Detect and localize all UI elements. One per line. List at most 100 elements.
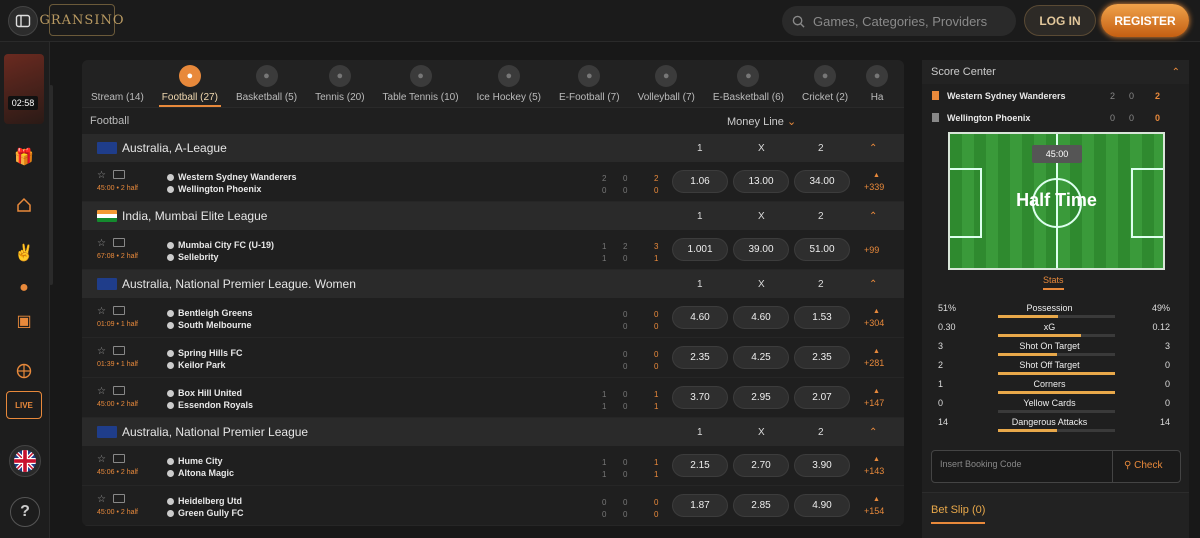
odds-button-1[interactable]: 3.70: [672, 386, 728, 409]
brand-logo[interactable]: GRANSINO: [40, 4, 124, 36]
scoreboard-icon[interactable]: [113, 170, 125, 179]
search-input[interactable]: [813, 13, 1003, 29]
score-center-header[interactable]: Score Center ⌃: [922, 60, 1189, 84]
odds-button-2[interactable]: 51.00: [794, 238, 850, 261]
match-row[interactable]: ☆ 45:00 • 2 half Heidelberg Utd Green Gully…: [82, 486, 904, 526]
microphone-icon[interactable]: ●: [13, 277, 35, 299]
live-sports-button[interactable]: LIVE: [6, 391, 42, 419]
odds-button-x[interactable]: 2.85: [733, 494, 789, 517]
odds-button-x[interactable]: 39.00: [733, 238, 789, 261]
league-header[interactable]: Australia, A-League 1 X 2 ⌃: [82, 134, 904, 162]
chevron-up-icon[interactable]: ⌃: [869, 427, 877, 438]
tab-tennis[interactable]: ● Tennis (20): [306, 65, 373, 107]
live-game-thumbnail[interactable]: 02:58: [4, 54, 44, 124]
scoreboard-icon[interactable]: [113, 494, 125, 503]
more-markets-link[interactable]: +281: [864, 358, 884, 368]
check-button[interactable]: ⚲ Check: [1124, 460, 1162, 471]
tab-ice-hockey[interactable]: ● Ice Hockey (5): [468, 65, 550, 107]
favorite-star-icon[interactable]: ☆: [97, 494, 106, 505]
chevron-up-icon[interactable]: ⌃: [869, 279, 877, 290]
score-cell: 0: [602, 498, 607, 507]
league-header[interactable]: Australia, National Premier League. Wome…: [82, 270, 904, 298]
tab-football[interactable]: ● Football (27): [153, 65, 227, 107]
sidebar-scrollbar[interactable]: [49, 85, 53, 285]
match-row[interactable]: ☆ 01:39 • 1 half Spring Hills FC Keilor Par…: [82, 338, 904, 378]
league-header[interactable]: India, Mumbai Elite League 1 X 2 ⌃: [82, 202, 904, 230]
tab-handball[interactable]: ● Ha: [857, 65, 897, 107]
search-bar[interactable]: [782, 6, 1016, 36]
odds-button-2[interactable]: 4.90: [794, 494, 850, 517]
chevron-up-icon[interactable]: ⌃: [869, 211, 877, 222]
scoreboard-icon[interactable]: [113, 306, 125, 315]
score-cell: 2: [602, 174, 607, 183]
odds-button-2[interactable]: 2.07: [794, 386, 850, 409]
match-row[interactable]: ☆ 45:00 • 2 half Box Hill United Essendon R…: [82, 378, 904, 418]
odds-button-x[interactable]: 4.60: [733, 306, 789, 329]
favorite-star-icon[interactable]: ☆: [97, 346, 106, 357]
match-row[interactable]: ☆ 67:08 • 2 half Mumbai City FC (U-19) Sell…: [82, 230, 904, 270]
market-selector[interactable]: Money Line ⌄: [727, 115, 796, 128]
favorite-star-icon[interactable]: ☆: [97, 170, 106, 181]
tab-label: Stream (14): [91, 92, 144, 103]
more-markets-link[interactable]: +304: [864, 318, 884, 328]
odds-button-1[interactable]: 2.35: [672, 346, 728, 369]
tab-ebasketball[interactable]: ● E-Basketball (6): [704, 65, 793, 107]
match-row[interactable]: ☆ 45:06 • 2 half Hume City Altona Magic 1 0 1 1…: [82, 446, 904, 486]
favorite-star-icon[interactable]: ☆: [97, 306, 106, 317]
odds-button-x[interactable]: 2.70: [733, 454, 789, 477]
favorite-star-icon[interactable]: ☆: [97, 454, 106, 465]
scoreboard-icon[interactable]: [113, 386, 125, 395]
more-markets-link[interactable]: +339: [864, 182, 884, 192]
tab-cricket[interactable]: ● Cricket (2): [793, 65, 857, 107]
odds-button-1[interactable]: 1.06: [672, 170, 728, 193]
language-selector[interactable]: [9, 445, 41, 477]
odds-button-1[interactable]: 1.001: [672, 238, 728, 261]
odds-button-2[interactable]: 1.53: [794, 306, 850, 329]
more-markets-link[interactable]: +99: [864, 245, 879, 255]
odds-button-x[interactable]: 13.00: [733, 170, 789, 193]
tab-volleyball[interactable]: ● Volleyball (7): [629, 65, 704, 107]
register-button[interactable]: REGISTER: [1101, 4, 1189, 37]
score-cell: 0: [623, 322, 628, 331]
home-icon[interactable]: [13, 194, 35, 216]
rock-hand-icon[interactable]: ✌: [13, 242, 35, 264]
booking-code-input[interactable]: [940, 459, 1100, 469]
match-row[interactable]: ☆ 45:00 • 2 half Western Sydney Wanderers W…: [82, 162, 904, 202]
league-header[interactable]: Australia, National Premier League 1 X 2 ⌃: [82, 418, 904, 446]
tab-table-tennis[interactable]: ● Table Tennis (10): [374, 65, 468, 107]
scoreboard-icon[interactable]: [113, 346, 125, 355]
more-markets-link[interactable]: +154: [864, 506, 884, 516]
login-button[interactable]: LOG IN: [1024, 5, 1096, 36]
odds-button-2[interactable]: 2.35: [794, 346, 850, 369]
scoreboard-icon[interactable]: [113, 454, 125, 463]
odds-button-2[interactable]: 3.90: [794, 454, 850, 477]
score-value: 2: [1110, 91, 1116, 101]
tab-label: E-Basketball (6): [712, 92, 784, 103]
tab-stats[interactable]: Stats: [1043, 275, 1064, 290]
menu-toggle-button[interactable]: [8, 6, 38, 36]
odds-button-2[interactable]: 34.00: [794, 170, 850, 193]
odds-button-x[interactable]: 2.95: [733, 386, 789, 409]
odds-button-1[interactable]: 4.60: [672, 306, 728, 329]
tab-stream[interactable]: Stream (14): [82, 65, 153, 107]
odds-button-1[interactable]: 2.15: [672, 454, 728, 477]
favorite-star-icon[interactable]: ☆: [97, 386, 106, 397]
gift-icon[interactable]: 🎁: [13, 146, 35, 168]
chevron-up-icon[interactable]: ⌃: [869, 143, 877, 154]
more-markets-link[interactable]: +147: [864, 398, 884, 408]
score-cell: 0: [602, 510, 607, 519]
chevron-up-icon[interactable]: ⌃: [1172, 67, 1180, 78]
basketball-icon[interactable]: [13, 360, 35, 382]
match-row[interactable]: ☆ 01:09 • 1 half Bentleigh Greens South Mel…: [82, 298, 904, 338]
stat-bar: [998, 315, 1115, 318]
scoreboard-icon[interactable]: [113, 238, 125, 247]
favorite-star-icon[interactable]: ☆: [97, 238, 106, 249]
help-button[interactable]: ?: [10, 497, 40, 527]
bet-slip[interactable]: Bet Slip (0): [922, 492, 1189, 538]
odds-button-x[interactable]: 4.25: [733, 346, 789, 369]
odds-button-1[interactable]: 1.87: [672, 494, 728, 517]
tab-efootball[interactable]: ● E-Football (7): [550, 65, 629, 107]
slots-icon[interactable]: ▣: [13, 310, 35, 332]
more-markets-link[interactable]: +143: [864, 466, 884, 476]
tab-basketball[interactable]: ● Basketball (5): [227, 65, 306, 107]
